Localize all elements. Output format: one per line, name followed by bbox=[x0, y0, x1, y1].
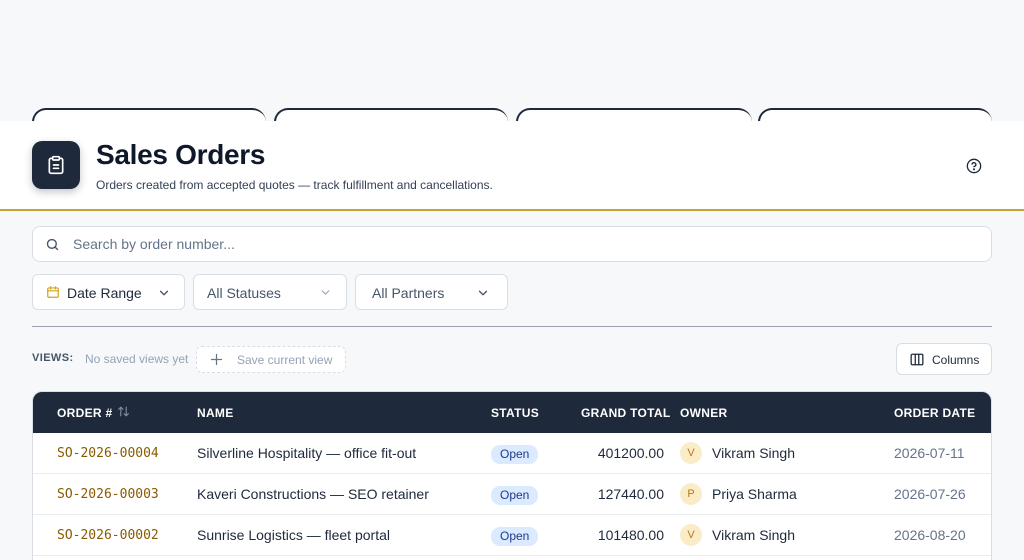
status-badge: Open bbox=[491, 486, 539, 505]
search-icon bbox=[45, 237, 60, 257]
grand-total: 127440.00 bbox=[597, 486, 664, 502]
column-name[interactable]: NAME bbox=[197, 406, 234, 420]
date-range-label: Date Range bbox=[67, 285, 142, 301]
owner-name: Priya Sharma bbox=[712, 486, 797, 502]
order-date: 2026-07-11 bbox=[894, 445, 965, 461]
order-number-link[interactable]: SO-2026-00002 bbox=[57, 528, 159, 543]
order-number-link[interactable]: SO-2026-00004 bbox=[57, 446, 159, 461]
search-box bbox=[32, 226, 992, 262]
column-grand-total[interactable]: GRAND TOTAL bbox=[581, 406, 671, 420]
table-row[interactable]: SO-2026-00004 Silverline Hospitality — o… bbox=[33, 433, 991, 474]
status-badge: Open bbox=[491, 445, 539, 464]
owner-name: Vikram Singh bbox=[712, 527, 796, 543]
table-row[interactable]: SO-2026-00003 Kaveri Constructions — SEO… bbox=[33, 474, 991, 515]
order-name: Kaveri Constructions — SEO retainer bbox=[197, 486, 429, 502]
table-row[interactable]: SO-2026-00002 Sunrise Logistics — fleet … bbox=[33, 515, 991, 556]
column-order-number[interactable]: ORDER # bbox=[57, 406, 112, 420]
table-header: ORDER # NAME STATUS GRAND TOTAL OWNER OR… bbox=[33, 392, 991, 433]
owner-name: Vikram Singh bbox=[712, 445, 796, 461]
status-filter-label: All Statuses bbox=[207, 285, 281, 301]
columns-label: Columns bbox=[932, 353, 980, 367]
chevron-down-icon bbox=[157, 286, 171, 303]
order-date: 2026-08-20 bbox=[894, 527, 966, 543]
date-range-filter[interactable]: Date Range bbox=[32, 274, 185, 310]
partner-filter-label: All Partners bbox=[372, 285, 445, 301]
order-number-link[interactable]: SO-2026-00003 bbox=[57, 487, 159, 502]
order-name: Silverline Hospitality — office fit-out bbox=[197, 445, 417, 461]
avatar: V bbox=[680, 442, 702, 464]
status-badge: Open bbox=[491, 527, 539, 546]
chevron-down-icon bbox=[319, 286, 332, 302]
plus-icon bbox=[209, 352, 224, 370]
grand-total: 401200.00 bbox=[597, 445, 664, 461]
status-filter[interactable]: All Statuses bbox=[193, 274, 347, 310]
chevron-down-icon bbox=[476, 286, 490, 303]
calendar-icon bbox=[46, 285, 60, 302]
save-view-label: Save current view bbox=[237, 353, 333, 367]
orders-table: ORDER # NAME STATUS GRAND TOTAL OWNER OR… bbox=[32, 391, 992, 560]
avatar: V bbox=[680, 524, 702, 546]
order-date: 2026-07-26 bbox=[894, 486, 966, 502]
column-status[interactable]: STATUS bbox=[491, 406, 539, 420]
search-input[interactable] bbox=[73, 227, 973, 261]
page-title: Sales Orders bbox=[96, 139, 266, 170]
views-empty-text: No saved views yet bbox=[85, 352, 189, 366]
help-icon[interactable] bbox=[964, 156, 984, 176]
columns-button[interactable]: Columns bbox=[896, 343, 992, 375]
column-owner[interactable]: OWNER bbox=[680, 406, 728, 420]
sort-icon[interactable] bbox=[117, 405, 130, 423]
page-subtitle: Orders created from accepted quotes — tr… bbox=[96, 178, 493, 192]
order-name: Sunrise Logistics — fleet portal bbox=[197, 527, 390, 543]
columns-icon bbox=[910, 353, 924, 369]
partner-filter[interactable]: All Partners bbox=[355, 274, 508, 310]
avatar: P bbox=[680, 483, 702, 505]
page-header: Sales Orders Orders created from accepte… bbox=[0, 121, 1024, 211]
clipboard-icon bbox=[32, 141, 80, 189]
grand-total: 101480.00 bbox=[597, 527, 664, 543]
divider bbox=[32, 326, 992, 327]
column-order-date[interactable]: ORDER DATE bbox=[894, 406, 975, 420]
views-label: VIEWS: bbox=[32, 352, 74, 364]
save-view-button[interactable]: Save current view bbox=[196, 346, 346, 373]
